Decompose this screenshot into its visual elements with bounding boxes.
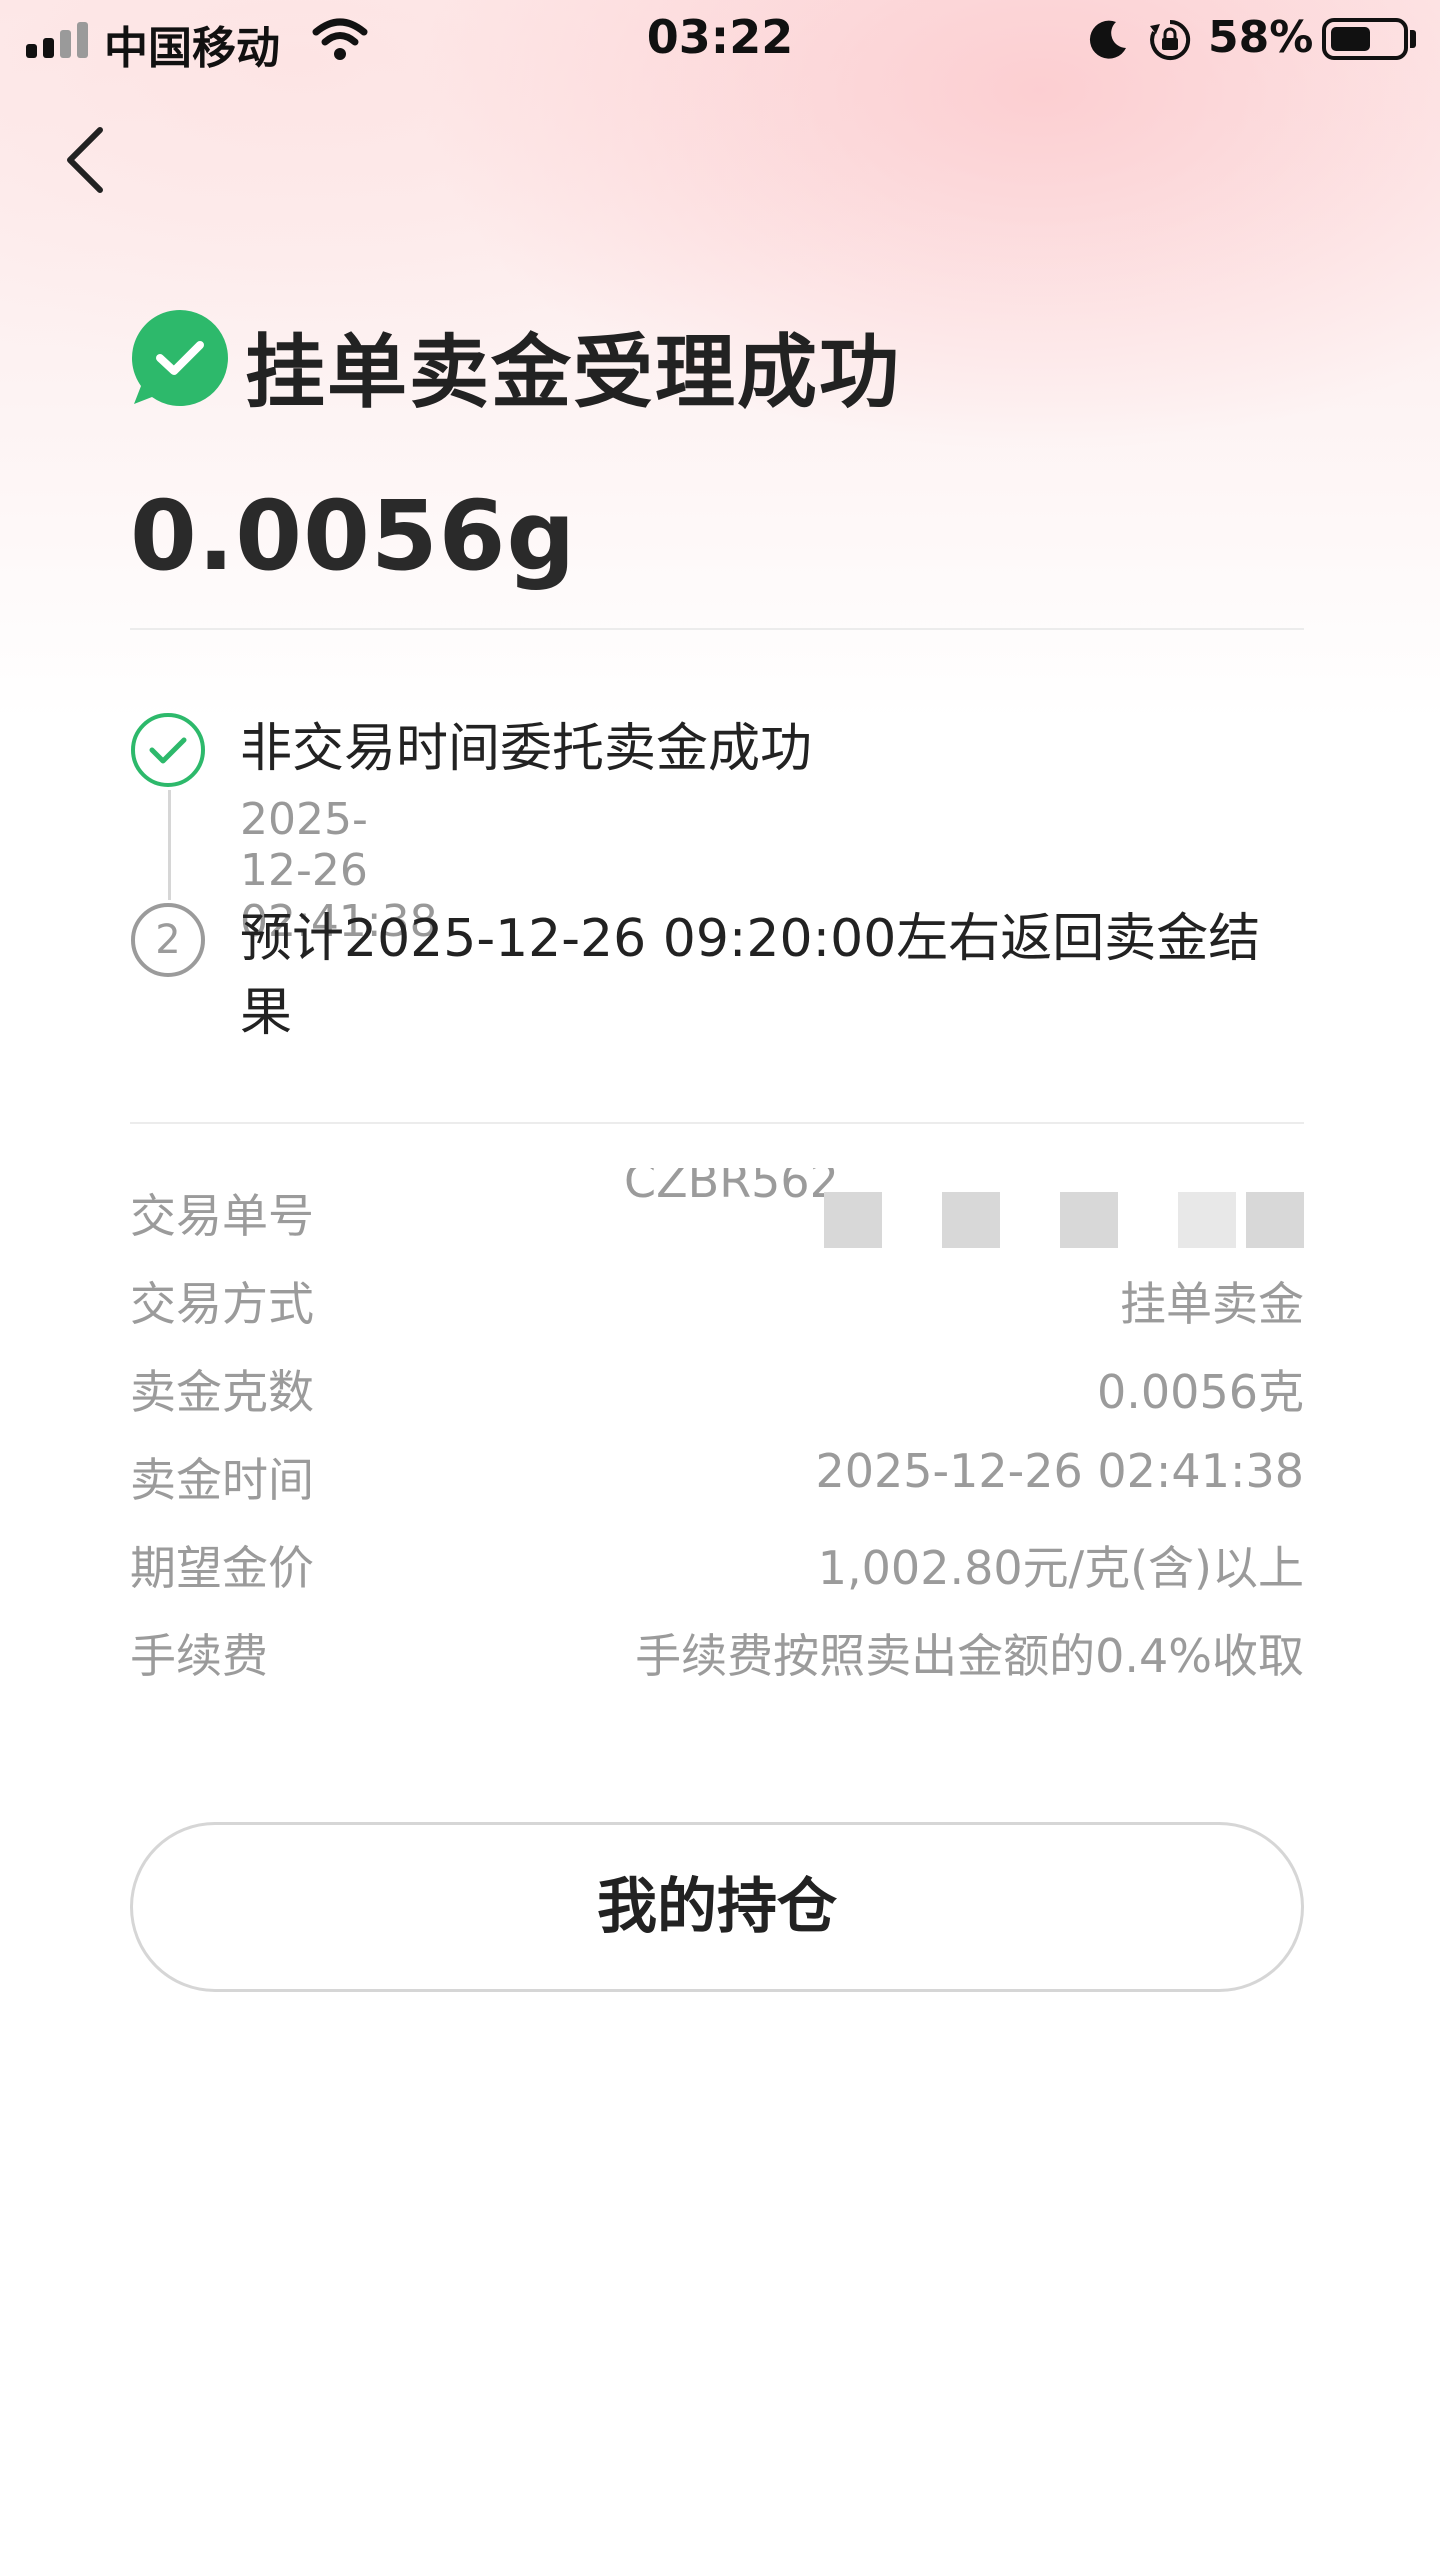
my-holdings-button[interactable]: 我的持仓 (130, 1822, 1304, 1992)
step-2-text: 预计2025-12-26 09:20:00左右返回卖金结果 (240, 909, 1261, 1043)
back-button[interactable] (56, 120, 116, 200)
detail-value: 2025-12-26 02:41:38 (815, 1444, 1304, 1498)
order-number-partial: CZBR562 (624, 1168, 839, 1208)
detail-value: 手续费按照卖出金额的0.4%收取 (635, 1629, 1304, 1683)
step-connector (168, 790, 171, 900)
detail-fee: 手续费 手续费按照卖出金额的0.4%收取 (130, 1620, 1304, 1700)
detail-order-no: 交易单号 CZBR562 (130, 1168, 1304, 1260)
battery-cap (1410, 30, 1416, 48)
moon-icon (1089, 20, 1126, 59)
detail-value: 1,002.80元/克(含)以上 (817, 1541, 1304, 1595)
mosaic-block (1060, 1192, 1118, 1248)
detail-label: 期望金价 (130, 1541, 314, 1595)
detail-value: 0.0056克 (1097, 1365, 1304, 1419)
orientation-lock-icon (1150, 19, 1191, 60)
detail-label: 交易方式 (130, 1277, 314, 1331)
sell-amount: 0.0056g (130, 480, 577, 592)
masked-order-number: CZBR562 (624, 1168, 1304, 1248)
battery-percentage: 58% (1208, 12, 1314, 63)
detail-label: 卖金克数 (130, 1365, 314, 1419)
mosaic-block (1246, 1192, 1304, 1248)
detail-value: 挂单卖金 (1120, 1277, 1304, 1331)
step-1-text: 非交易时间委托卖金成功 (240, 719, 813, 779)
detail-time: 卖金时间 2025-12-26 02:41:38 (130, 1444, 1304, 1524)
divider (130, 628, 1304, 630)
step-2-number: 2 (155, 917, 181, 963)
detail-label: 交易单号 (130, 1189, 314, 1243)
mosaic-block (942, 1192, 1000, 1248)
check-bubble-icon (131, 310, 228, 406)
detail-label: 手续费 (130, 1629, 268, 1683)
mosaic-block (1178, 1192, 1236, 1248)
status-bar: 中国移动 03:22 58% (0, 0, 1440, 80)
detail-label: 卖金时间 (130, 1453, 314, 1507)
page-title: 挂单卖金受理成功 (245, 326, 901, 419)
detail-price: 期望金价 1,002.80元/克(含)以上 (130, 1532, 1304, 1612)
detail-grams: 卖金克数 0.0056克 (130, 1356, 1304, 1436)
battery-icon (1322, 18, 1408, 60)
mosaic-block (824, 1192, 882, 1248)
detail-method: 交易方式 挂单卖金 (130, 1268, 1304, 1348)
divider (130, 1122, 1304, 1124)
check-circle-icon (131, 713, 205, 787)
